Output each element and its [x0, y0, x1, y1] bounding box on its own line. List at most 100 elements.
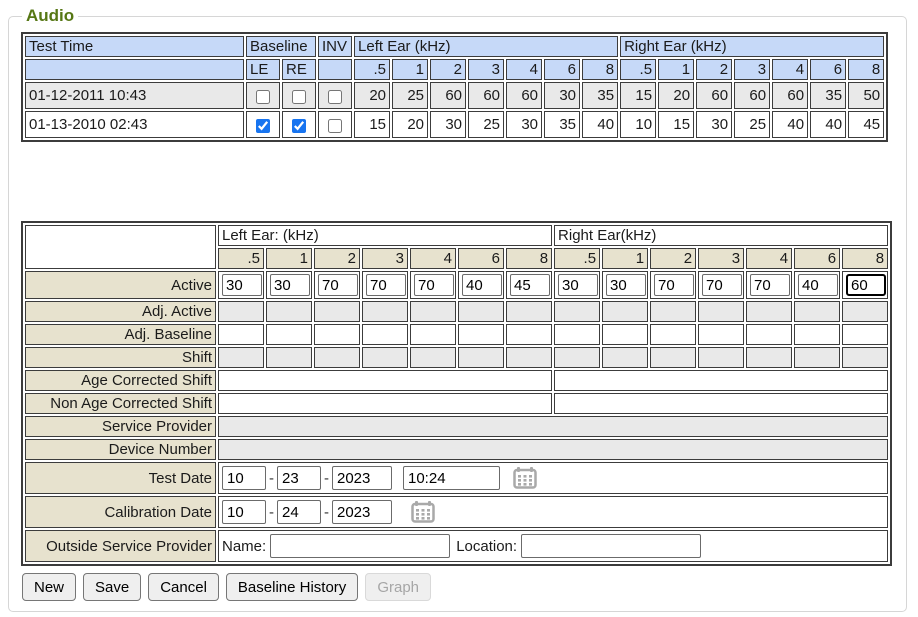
empty-cell [25, 225, 216, 269]
active-left-input-4k[interactable] [414, 274, 454, 296]
threshold-value: 60 [430, 82, 466, 109]
row-label-calibration-date: Calibration Date [25, 496, 216, 528]
adj-baseline-row: Adj. Baseline [25, 324, 888, 345]
col-header-inv: INV [318, 36, 352, 57]
row-label-shift: Shift [25, 347, 216, 368]
freq-header: 1 [392, 59, 428, 80]
freq-header: .5 [620, 59, 656, 80]
outside-provider-name-input[interactable] [270, 534, 450, 558]
service-provider-field [218, 416, 888, 437]
test-date-year-input[interactable] [332, 466, 392, 490]
inv-checkbox[interactable] [328, 90, 342, 104]
device-number-field [218, 439, 888, 460]
freq-header: 8 [848, 59, 884, 80]
freq-header: .5 [554, 248, 600, 269]
threshold-value: 45 [848, 111, 884, 138]
active-left-input-6k[interactable] [462, 274, 502, 296]
calibration-date-day-input[interactable] [277, 500, 321, 524]
save-button[interactable]: Save [83, 573, 141, 601]
active-right-input-0.5k[interactable] [558, 274, 598, 296]
threshold-value: 40 [772, 111, 808, 138]
freq-header: 2 [696, 59, 732, 80]
baseline-re-checkbox[interactable] [292, 119, 306, 133]
new-button[interactable]: New [22, 573, 76, 601]
name-label: Name: [222, 538, 266, 555]
age-corrected-shift-row: Age Corrected Shift [25, 370, 888, 391]
active-right-input-4k[interactable] [750, 274, 790, 296]
threshold-value: 60 [772, 82, 808, 109]
col-header-right-ear: Right Ear (kHz) [620, 36, 884, 57]
threshold-value: 40 [582, 111, 618, 138]
calibration-date-month-input[interactable] [222, 500, 266, 524]
row-label-test-date: Test Date [25, 462, 216, 494]
freq-header: 3 [362, 248, 408, 269]
active-left-input-3k[interactable] [366, 274, 406, 296]
freq-header: 4 [506, 59, 542, 80]
calendar-icon[interactable] [411, 501, 435, 523]
row-label-age-corrected-shift: Age Corrected Shift [25, 370, 216, 391]
active-right-input-1k[interactable] [606, 274, 646, 296]
threshold-value: 25 [734, 111, 770, 138]
active-right-input-8k[interactable] [846, 274, 886, 296]
calendar-icon[interactable] [513, 467, 537, 489]
row-label-device-number: Device Number [25, 439, 216, 460]
freq-header: 8 [582, 59, 618, 80]
audio-entry-table: Left Ear: (kHz) Right Ear(kHz) .5 1 2 3 … [21, 221, 892, 566]
col-header-left-ear: Left Ear (kHz) [354, 36, 618, 57]
outside-provider-location-input[interactable] [521, 534, 701, 558]
row-label-outside-service-provider: Outside Service Provider [25, 530, 216, 562]
active-right-input-6k[interactable] [798, 274, 838, 296]
date-separator: - [269, 504, 274, 521]
history-row: 01-13-2010 02:43 15 20 30 25 30 35 40 10… [25, 111, 884, 138]
history-row: 01-12-2011 10:43 20 25 60 60 60 30 35 15… [25, 82, 884, 109]
row-label-adj-baseline: Adj. Baseline [25, 324, 216, 345]
baseline-le-checkbox[interactable] [256, 90, 270, 104]
active-left-input-0.5k[interactable] [222, 274, 262, 296]
test-date-row: Test Date - - [25, 462, 888, 494]
threshold-value: 35 [582, 82, 618, 109]
audio-section: Audio Test Time Baseline INV Left Ear (k… [8, 6, 907, 612]
active-right-input-3k[interactable] [702, 274, 742, 296]
freq-header: 3 [468, 59, 504, 80]
threshold-value: 35 [810, 82, 846, 109]
col-header-test-time: Test Time [25, 36, 244, 57]
outside-service-provider-row: Outside Service Provider Name: Location: [25, 530, 888, 562]
threshold-value: 20 [658, 82, 694, 109]
active-row: Active [25, 271, 888, 299]
test-date-month-input[interactable] [222, 466, 266, 490]
freq-header: 2 [314, 248, 360, 269]
threshold-value: 50 [848, 82, 884, 109]
calibration-date-row: Calibration Date - - [25, 496, 888, 528]
entry-header-row: Left Ear: (kHz) Right Ear(kHz) [25, 225, 888, 246]
history-header-row: Test Time Baseline INV Left Ear (kHz) Ri… [25, 36, 884, 57]
inv-checkbox[interactable] [328, 119, 342, 133]
active-left-input-2k[interactable] [318, 274, 358, 296]
history-subheader-row: LE RE .5 1 2 3 4 6 8 .5 1 2 3 4 6 8 [25, 59, 884, 80]
graph-button: Graph [365, 573, 431, 601]
active-left-input-1k[interactable] [270, 274, 310, 296]
threshold-value: 40 [810, 111, 846, 138]
active-right-input-2k[interactable] [654, 274, 694, 296]
col-header-re: RE [282, 59, 316, 80]
baseline-le-checkbox[interactable] [256, 119, 270, 133]
freq-header: 6 [458, 248, 504, 269]
baseline-history-button[interactable]: Baseline History [226, 573, 358, 601]
test-time-input[interactable] [403, 466, 500, 490]
threshold-value: 30 [506, 111, 542, 138]
baseline-re-checkbox[interactable] [292, 90, 306, 104]
left-ear-header: Left Ear: (kHz) [218, 225, 552, 246]
test-time-cell: 01-13-2010 02:43 [25, 111, 244, 138]
date-separator: - [324, 504, 329, 521]
calibration-date-year-input[interactable] [332, 500, 392, 524]
test-date-day-input[interactable] [277, 466, 321, 490]
freq-header: 8 [506, 248, 552, 269]
cancel-button[interactable]: Cancel [148, 573, 219, 601]
row-label-active: Active [25, 271, 216, 299]
non-age-corrected-shift-row: Non Age Corrected Shift [25, 393, 888, 414]
active-left-input-8k[interactable] [510, 274, 550, 296]
col-header-baseline: Baseline [246, 36, 316, 57]
audio-section-title: Audio [22, 6, 78, 26]
freq-header: 1 [602, 248, 648, 269]
freq-header: 3 [698, 248, 744, 269]
service-provider-row: Service Provider [25, 416, 888, 437]
